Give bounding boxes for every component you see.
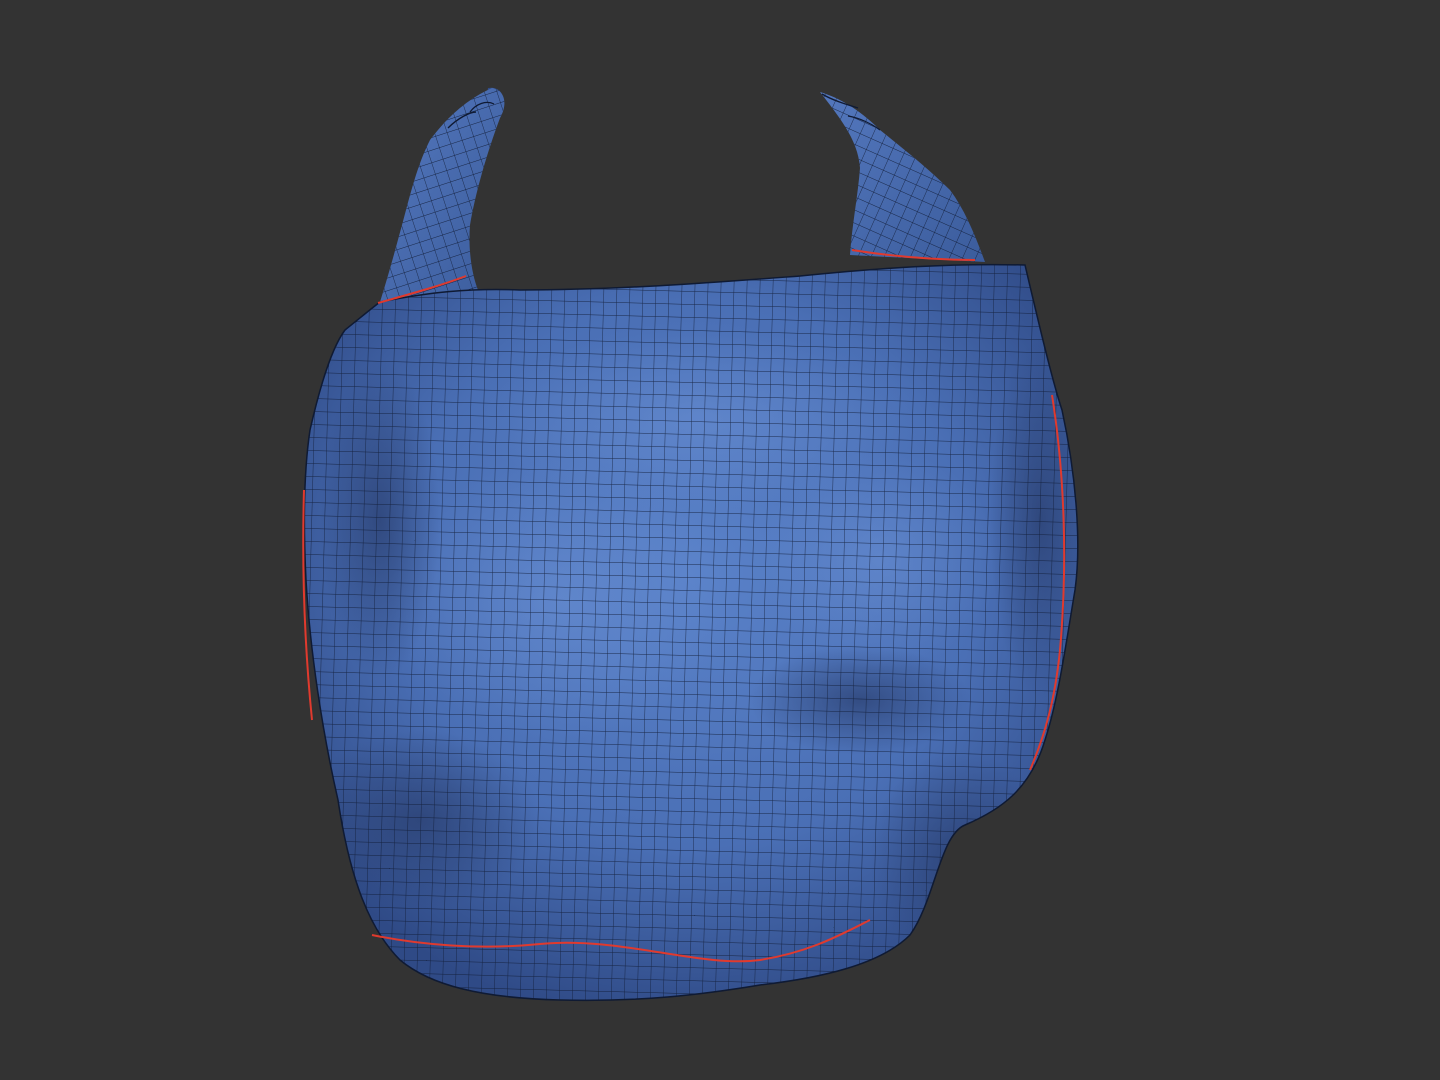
mesh-render[interactable] — [0, 0, 1440, 1080]
3d-viewport[interactable] — [0, 0, 1440, 1080]
